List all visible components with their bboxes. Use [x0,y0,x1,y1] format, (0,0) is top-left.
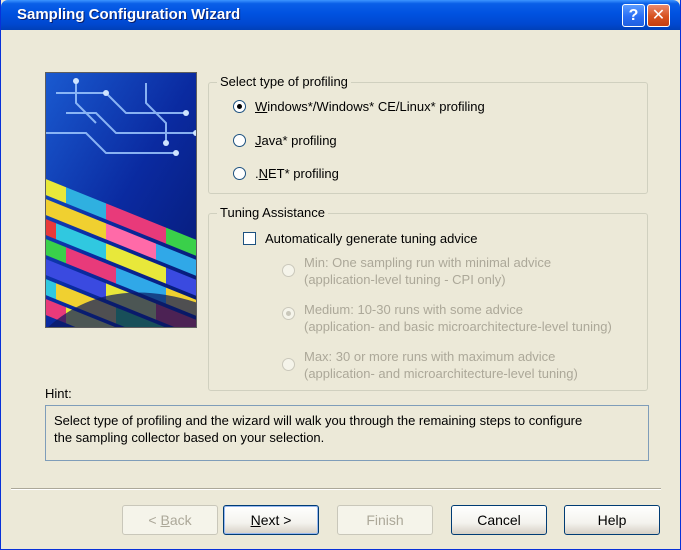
medium-tuning-label: Medium: 10-30 runs with some advice (app… [304,302,612,334]
auto-tuning-checkbox[interactable] [243,232,256,245]
next-button[interactable]: Next > [223,505,319,535]
radio-button[interactable] [233,134,246,147]
tuning-group-label: Tuning Assistance [217,205,329,220]
max-tuning-label: Max: 30 or more runs with maximum advice… [304,349,578,381]
back-button[interactable]: < Back [122,505,218,535]
auto-tuning-label: Automatically generate tuning advice [265,231,478,246]
radio-button[interactable] [233,167,246,180]
radio-min-tuning[interactable]: Min: One sampling run with minimal advic… [282,254,551,288]
hint-label: Hint: [45,386,72,401]
close-icon[interactable]: ✕ [647,4,670,27]
min-tuning-label: Min: One sampling run with minimal advic… [304,255,552,287]
hint-line-2: the sampling collector based on your sel… [54,430,325,445]
title-bar[interactable]: Sampling Configuration Wizard ? ✕ [1,0,680,30]
radio-label: .NET* profiling [255,166,339,181]
hint-line-1: Select type of profiling and the wizard … [54,413,583,428]
radio-button[interactable] [282,264,295,277]
radio-java-profiling[interactable]: Java* profiling [233,133,337,148]
radio-dotnet-profiling[interactable]: .NET* profiling [233,166,339,181]
radio-windows-profiling[interactable]: Windows*/Windows* CE/Linux* profiling [233,99,485,114]
radio-max-tuning[interactable]: Max: 30 or more runs with maximum advice… [282,348,578,382]
finish-button[interactable]: Finish [337,505,433,535]
hint-text-box: Select type of profiling and the wizard … [45,405,649,461]
button-separator [11,488,661,490]
radio-medium-tuning[interactable]: Medium: 10-30 runs with some advice (app… [282,301,612,335]
radio-button[interactable] [282,358,295,371]
wizard-window: Sampling Configuration Wizard ? ✕ Select… [0,0,681,550]
profiling-group-label: Select type of profiling [217,74,351,89]
radio-label: Java* profiling [255,133,337,148]
wizard-banner-image [45,72,197,328]
cancel-button[interactable]: Cancel [451,505,547,535]
help-icon[interactable]: ? [622,4,645,27]
auto-tuning-checkbox-row[interactable]: Automatically generate tuning advice [243,231,477,246]
window-title: Sampling Configuration Wizard [17,6,241,23]
radio-label: Windows*/Windows* CE/Linux* profiling [255,99,485,114]
help-button[interactable]: Help [564,505,660,535]
radio-button[interactable] [282,307,295,320]
radio-button[interactable] [233,100,246,113]
